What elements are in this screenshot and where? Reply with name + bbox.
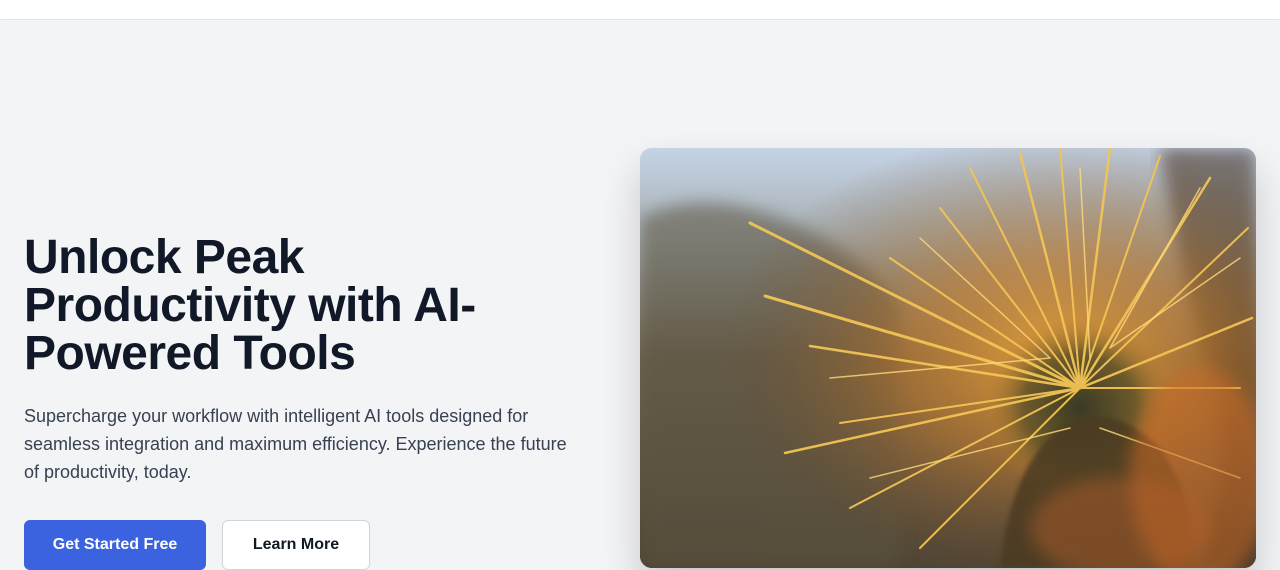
learn-more-button[interactable]: Learn More (222, 520, 370, 570)
hero-headline: Unlock Peak Productivity with AI-Powered… (24, 231, 476, 380)
cactus-photo-illustration (640, 148, 1256, 568)
get-started-button[interactable]: Get Started Free (24, 520, 206, 570)
top-navigation-bar (0, 0, 1280, 19)
cta-row: Get Started Free Learn More (24, 520, 584, 570)
hero-section: Unlock Peak Productivity with AI-Powered… (0, 20, 1280, 570)
hero-subtext: Supercharge your workflow with intellige… (24, 406, 567, 482)
hero-image (640, 148, 1256, 568)
